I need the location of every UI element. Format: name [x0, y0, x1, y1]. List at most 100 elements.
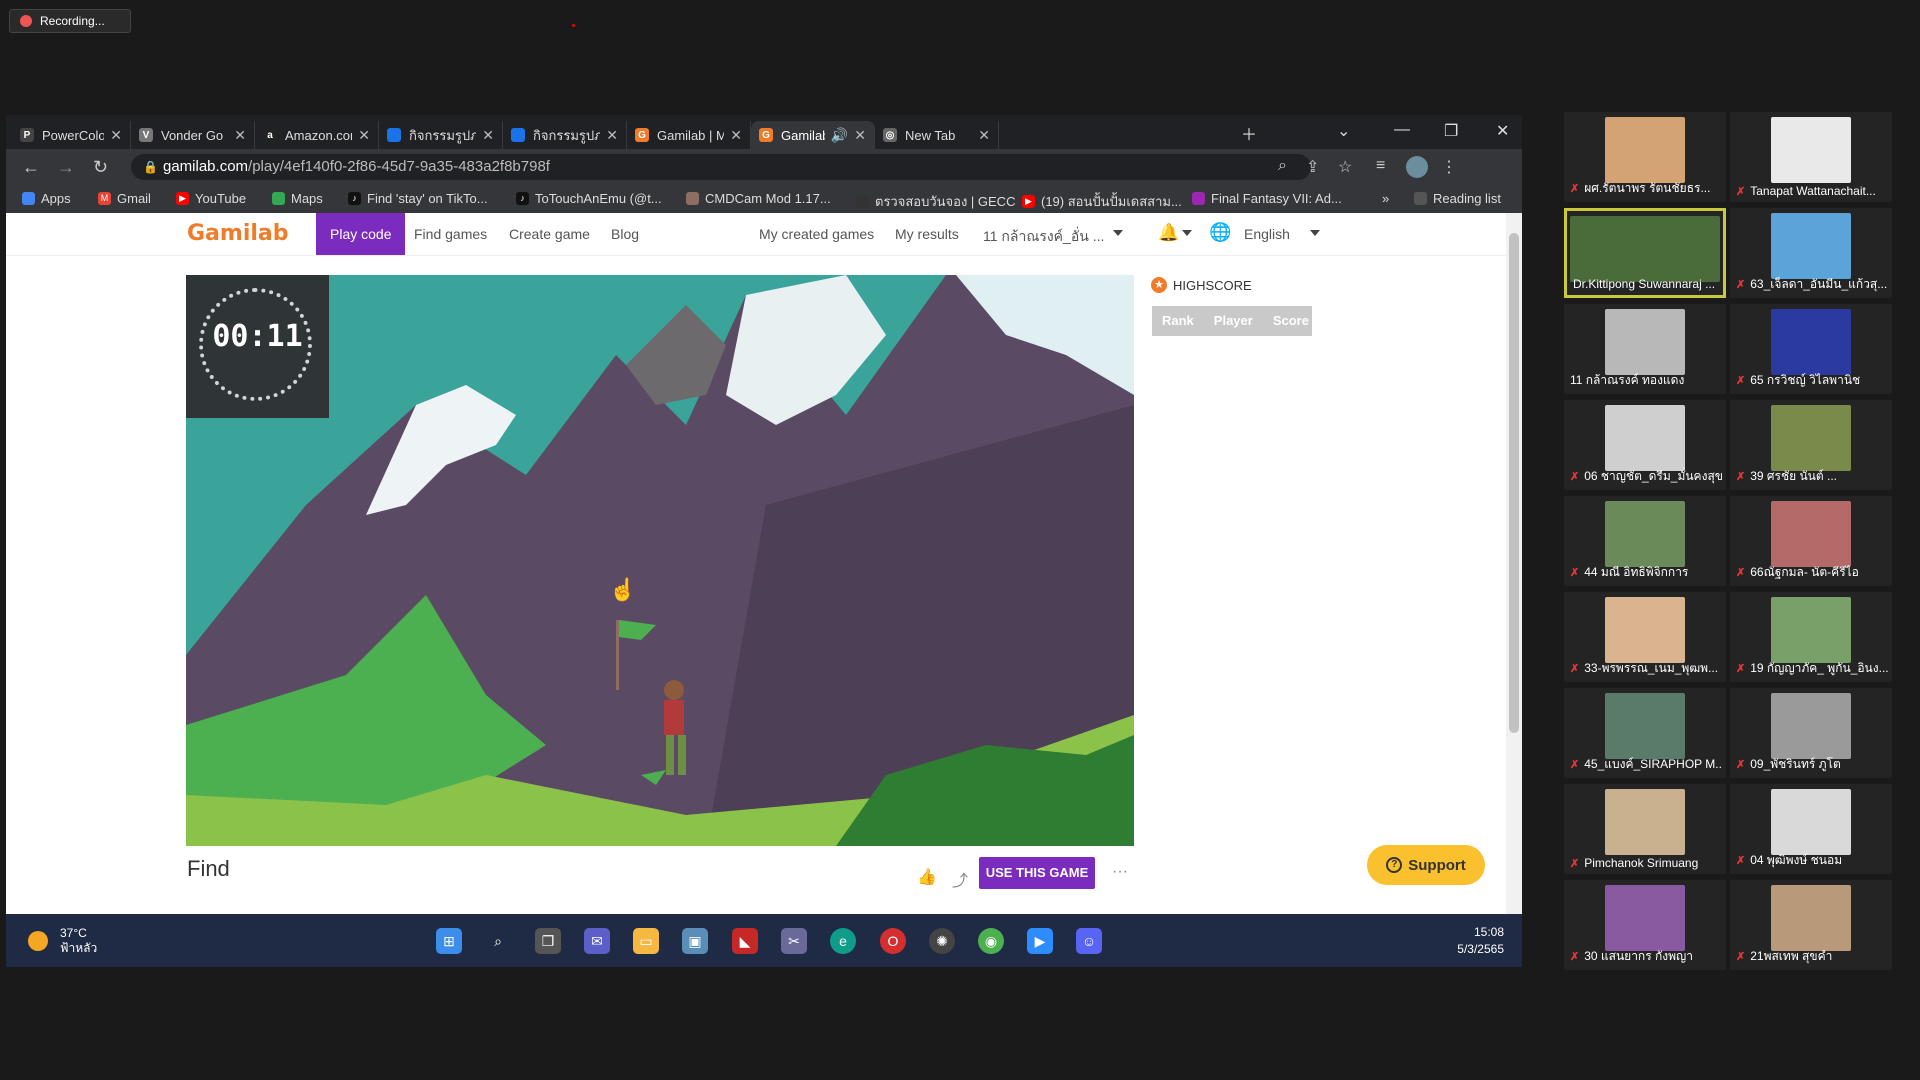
scroll-thumb[interactable]	[1509, 233, 1519, 733]
participant-tile[interactable]: ✗ 04 พุฒิพงษ์ ชนอม	[1730, 784, 1892, 874]
speaker-icon[interactable]: 🔊	[831, 127, 848, 144]
participant-tile[interactable]: ✗ 44 มณี อิทธิพิจิกการ	[1564, 496, 1726, 586]
share-icon[interactable]: ⇪	[1306, 157, 1319, 177]
bookmark-star-icon[interactable]: ☆	[1338, 157, 1352, 177]
minimize-icon[interactable]: —	[1394, 121, 1410, 139]
settings-icon[interactable]: ✺	[929, 928, 955, 954]
tab-activity-1[interactable]: กิจกรรมรูปภาพ ✕	[379, 121, 503, 149]
search-icon[interactable]: ⌕	[485, 928, 511, 954]
chrome-icon[interactable]: ◉	[978, 928, 1004, 954]
edge-icon[interactable]: e	[830, 928, 856, 954]
chevron-down-icon[interactable]	[1310, 230, 1320, 236]
bookmark-apps[interactable]: Apps	[22, 191, 71, 206]
forward-icon[interactable]: →	[57, 157, 75, 178]
participant-tile[interactable]: ✗ 19 กัญญาภัค_ พูกัน_อินง...	[1730, 592, 1892, 682]
tab-new-tab[interactable]: ◎ New Tab ✕	[875, 121, 999, 149]
photos-icon[interactable]: ▣	[682, 928, 708, 954]
tab-vonder-go[interactable]: V Vonder Go ✕	[131, 121, 255, 149]
like-icon[interactable]: 👍	[917, 867, 937, 887]
nav-my-created-games[interactable]: My created games	[759, 226, 874, 242]
participant-tile[interactable]: ✗ 06 ชาญชัต_ดรีม_มั่นคงสุข	[1564, 400, 1726, 490]
nav-blog[interactable]: Blog	[611, 226, 639, 242]
url-field[interactable]: 🔒 gamilab.com/play/4ef140f0-2f86-45d7-9a…	[131, 154, 1311, 180]
task-view-icon[interactable]: ❐	[535, 928, 561, 954]
close-icon[interactable]: ✕	[730, 127, 742, 144]
participant-tile[interactable]: ✗ 66ณัฐกมล- นัต-คีรีไอ	[1730, 496, 1892, 586]
bookmark-maps[interactable]: Maps	[272, 191, 323, 206]
participant-tile[interactable]: 11 กล้าณรงค์ ทองแดง	[1564, 304, 1726, 394]
participant-tile[interactable]: ✗ 21พสเทพ สุขคำ	[1730, 880, 1892, 970]
participant-tile[interactable]: ✗ ผศ.รัตนาพร รัตนชัยธร...	[1564, 112, 1726, 202]
menu-icon[interactable]: ⋮	[1441, 157, 1457, 177]
bell-icon[interactable]: 🔔	[1158, 223, 1179, 243]
zoom-icon[interactable]: ⌕	[1278, 157, 1287, 175]
reading-list[interactable]: Reading list	[1414, 191, 1501, 206]
close-icon[interactable]: ✕	[854, 127, 866, 144]
tab-powercolor[interactable]: P PowerColor x ✕	[12, 121, 131, 149]
amd-icon[interactable]: ◣	[732, 928, 758, 954]
participant-tile[interactable]: ✗ 65 กรวิชญ์ วิไลพานิช	[1730, 304, 1892, 394]
tab-activity-2[interactable]: กิจกรรมรูปภาพ ✕	[503, 121, 627, 149]
game-canvas[interactable]: 00:11 ☝	[186, 275, 1134, 846]
nav-create-game[interactable]: Create game	[509, 226, 590, 242]
restore-icon[interactable]: ❐	[1444, 121, 1458, 141]
nav-find-games[interactable]: Find games	[414, 226, 487, 242]
tab-gamilab-active[interactable]: G Gamilab 🔊 ✕	[751, 121, 875, 149]
close-icon[interactable]: ✕	[358, 127, 370, 144]
language-selector[interactable]: English	[1244, 226, 1290, 242]
reload-icon[interactable]: ↻	[93, 157, 108, 178]
tab-search-icon[interactable]: ⌄	[1337, 121, 1350, 141]
participant-tile[interactable]: ✗ 63_เจ็ลดา_อันมีน_แก้วสุ...	[1730, 208, 1892, 298]
bookmark-tiktok-2[interactable]: ♪ ToTouchAnEmu (@t...	[516, 191, 662, 206]
start-icon[interactable]: ⊞	[436, 928, 462, 954]
bookmark-youtube-2[interactable]: ▶ (19) สอนปั้นปั้มเดสสาม...	[1022, 191, 1182, 212]
opera-icon[interactable]: O	[880, 928, 906, 954]
page-scrollbar[interactable]	[1506, 213, 1522, 914]
more-bookmarks-icon[interactable]: »	[1382, 191, 1389, 206]
participant-tile[interactable]: ✗ Pimchanok Srimuang	[1564, 784, 1726, 874]
close-icon[interactable]: ✕	[234, 127, 246, 144]
profile-avatar[interactable]	[1406, 156, 1428, 178]
new-tab-icon[interactable]: ＋	[1241, 121, 1257, 145]
more-icon[interactable]: ···	[1112, 863, 1128, 881]
snipping-icon[interactable]: ✂	[781, 928, 807, 954]
close-icon[interactable]: ✕	[482, 127, 494, 144]
participant-tile-active-speaker[interactable]: Dr.Kittipong Suwannaraj ...	[1564, 208, 1726, 298]
bookmark-youtube[interactable]: ▶ YouTube	[176, 191, 246, 206]
globe-icon[interactable]: 🌐	[1209, 222, 1231, 243]
participant-tile[interactable]: ✗ 30 แสนยากร กังพญา	[1564, 880, 1726, 970]
close-icon[interactable]: ✕	[110, 127, 122, 144]
chevron-down-icon[interactable]	[1182, 230, 1192, 236]
participant-tile[interactable]: ✗ 33-พรพรรณ_เนม_พุฒพ...	[1564, 592, 1726, 682]
bookmark-gmail[interactable]: M Gmail	[98, 191, 151, 206]
nav-my-results[interactable]: My results	[895, 226, 959, 242]
bookmark-ff7[interactable]: Final Fantasy VII: Ad...	[1192, 191, 1342, 206]
close-icon[interactable]: ✕	[978, 127, 990, 144]
bookmark-cmdcam[interactable]: CMDCam Mod 1.17...	[686, 191, 831, 206]
support-button[interactable]: ? Support	[1367, 845, 1485, 885]
media-icon[interactable]: ≡	[1376, 157, 1385, 175]
gamilab-logo[interactable]: Gamilab	[187, 221, 289, 246]
chat-icon[interactable]: ✉	[584, 928, 610, 954]
close-icon[interactable]: ✕	[606, 127, 618, 144]
share-icon[interactable]: ⤴	[952, 867, 968, 891]
nav-play-code[interactable]: Play code	[316, 213, 406, 255]
participant-tile[interactable]: ✗ Tanapat Wattanachait...	[1730, 112, 1892, 202]
participant-tile[interactable]: ✗ 45_แบงค์_SIRAPHOP M...	[1564, 688, 1726, 778]
participant-tile[interactable]: ✗ 39 ศรชัย นันต์ ...	[1730, 400, 1892, 490]
system-clock[interactable]: 15:08 5/3/2565	[1457, 924, 1504, 958]
discord-icon[interactable]: ☺	[1076, 928, 1102, 954]
chevron-down-icon[interactable]	[1113, 230, 1123, 236]
tab-amazon[interactable]: a Amazon.com: ✕	[255, 121, 379, 149]
close-window-icon[interactable]: ✕	[1496, 121, 1509, 141]
nav-user-menu[interactable]: 11 กล้าณรงค์_อั่น ...	[983, 226, 1104, 248]
zoom-app-icon[interactable]: ▶	[1027, 928, 1053, 954]
tab-gamilab-mc[interactable]: G Gamilab | MC ✕	[627, 121, 751, 149]
bookmark-tiktok-1[interactable]: ♪ Find 'stay' on TikTo...	[348, 191, 488, 206]
file-explorer-icon[interactable]: ▭	[633, 928, 659, 954]
weather-widget[interactable]: 37°C ฟ้าหลัว	[28, 926, 97, 956]
bookmark-gecc[interactable]: ตรวจสอบวันจอง | GECC	[856, 191, 1015, 212]
use-this-game-button[interactable]: USE THIS GAME	[979, 857, 1095, 889]
participant-tile[interactable]: ✗ 09_พัชรินทร์ ภูโต	[1730, 688, 1892, 778]
back-icon[interactable]: ←	[22, 157, 40, 178]
